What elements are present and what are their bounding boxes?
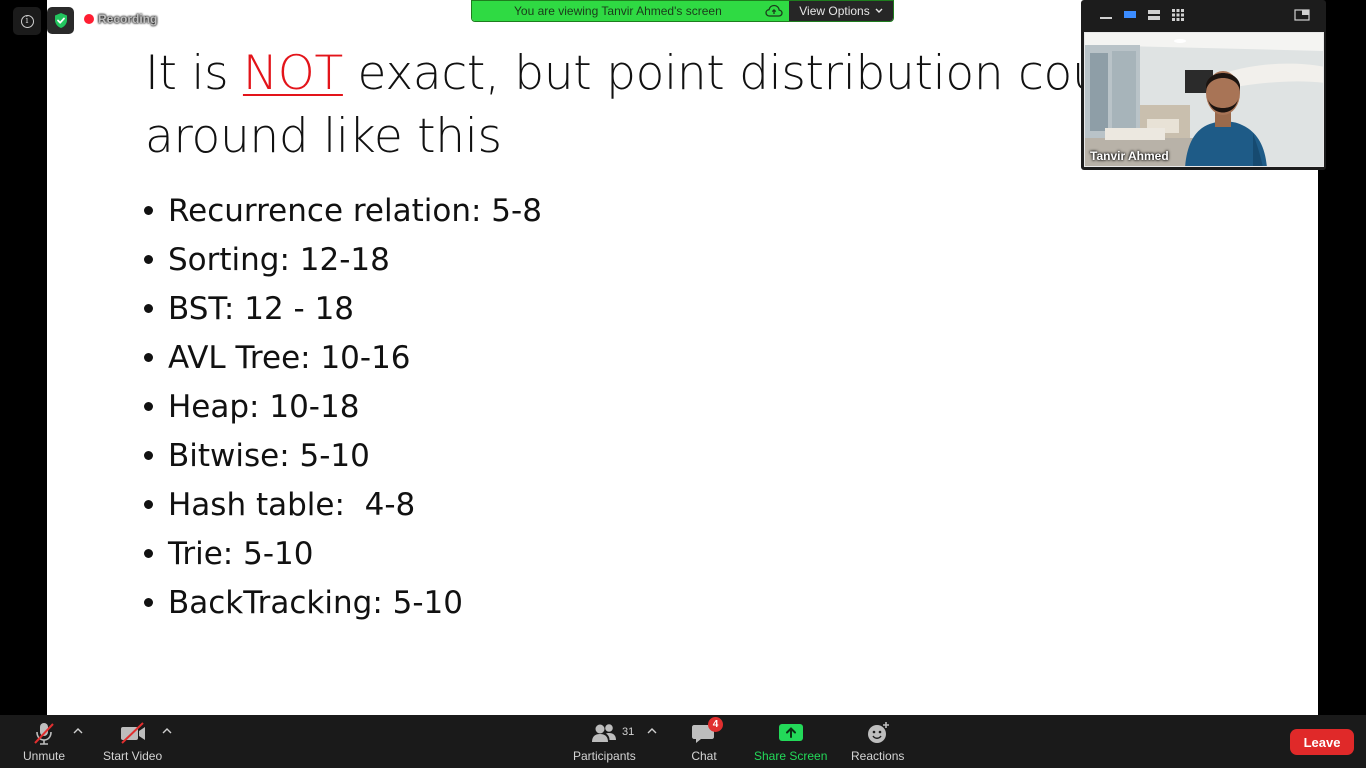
- title-text-after: exact, but point distribution cou: [342, 46, 1102, 101]
- unmute-button[interactable]: Unmute: [23, 721, 65, 763]
- bullet-item: Trie: 5-10: [144, 529, 542, 578]
- participants-icon: [592, 724, 617, 742]
- bullet-item: Heap: 10-18: [144, 382, 542, 431]
- video-thumbnail-panel: Tanvir Ahmed: [1081, 0, 1326, 170]
- zoom-meeting-window: It is NOT exact, but point distribution …: [0, 0, 1366, 768]
- participants-label: Participants: [573, 749, 636, 763]
- minimize-video-icon[interactable]: [1099, 8, 1113, 22]
- screen-share-banner: You are viewing Tanvir Ahmed's screen Vi…: [471, 0, 894, 22]
- bullet-dot-icon: [144, 304, 153, 313]
- chat-label: Chat: [691, 749, 717, 763]
- participants-count: 31: [622, 726, 635, 738]
- microphone-muted-icon: [34, 723, 54, 745]
- bullet-dot-icon: [144, 255, 153, 264]
- bullet-dot-icon: [144, 451, 153, 460]
- chat-unread-badge: 4: [708, 717, 723, 732]
- reactions-button[interactable]: Reactions: [851, 721, 904, 763]
- share-screen-button[interactable]: Share Screen: [754, 721, 827, 763]
- shield-check-icon: [54, 13, 67, 28]
- reactions-smiley-icon: [867, 722, 889, 743]
- start-video-button[interactable]: Start Video: [103, 721, 162, 763]
- bullet-item: BackTracking: 5-10: [144, 578, 542, 627]
- info-icon: i: [20, 14, 34, 28]
- share-screen-label: Share Screen: [754, 749, 828, 763]
- bullet-dot-icon: [144, 353, 153, 362]
- gallery-view-icon[interactable]: [1171, 8, 1185, 22]
- bullet-dot-icon: [144, 598, 153, 607]
- viewing-screen-message: You are viewing Tanvir Ahmed's screen: [472, 1, 789, 21]
- security-shield-button[interactable]: [47, 7, 74, 34]
- bullet-dot-icon: [144, 402, 153, 411]
- share-screen-icon: [778, 724, 803, 741]
- video-panel-controls: [1081, 0, 1326, 30]
- participant-name-label: Tanvir Ahmed: [1090, 149, 1169, 163]
- bullet-list: Recurrence relation: 5-8 Sorting: 12-18 …: [144, 186, 542, 627]
- meeting-toolbar: Unmute Start Video Participants 31 Chat …: [0, 715, 1366, 768]
- bullet-item: Bitwise: 5-10: [144, 431, 542, 480]
- cloud-sync-icon: [765, 4, 783, 17]
- title-highlight-not: NOT: [242, 46, 343, 101]
- viewing-screen-text: You are viewing Tanvir Ahmed's screen: [514, 4, 722, 18]
- leave-meeting-button[interactable]: Leave: [1290, 729, 1354, 755]
- video-camera-off-icon: [120, 722, 145, 744]
- bullet-dot-icon: [144, 206, 153, 215]
- recording-dot-icon: [84, 14, 94, 24]
- title-text-before: It is: [145, 46, 243, 101]
- unmute-label: Unmute: [23, 749, 66, 763]
- bullet-item: AVL Tree: 10-16: [144, 333, 542, 382]
- meeting-info-button[interactable]: i: [13, 7, 41, 35]
- participant-video[interactable]: Tanvir Ahmed: [1084, 32, 1324, 167]
- view-options-label: View Options: [799, 4, 870, 18]
- reactions-label: Reactions: [851, 749, 905, 763]
- view-options-button[interactable]: View Options: [789, 1, 893, 21]
- bullet-item: Recurrence relation: 5-8: [144, 186, 542, 235]
- bullet-item: Hash table: 4-8: [144, 480, 542, 529]
- chevron-down-icon: [875, 8, 883, 13]
- exit-fullscreen-icon[interactable]: [1294, 8, 1310, 22]
- bullet-item: Sorting: 12-18: [144, 235, 542, 284]
- start-video-label: Start Video: [103, 749, 163, 763]
- bullet-dot-icon: [144, 500, 153, 509]
- recording-label: Recording: [98, 12, 158, 26]
- bullet-item: BST: 12 - 18: [144, 284, 542, 333]
- video-options-caret-icon[interactable]: [162, 727, 172, 735]
- recording-indicator[interactable]: Recording: [84, 12, 157, 26]
- participants-options-caret-icon[interactable]: [647, 727, 657, 735]
- speaker-view-icon[interactable]: [1123, 8, 1137, 22]
- audio-options-caret-icon[interactable]: [73, 727, 83, 735]
- video-feed-image: [1085, 33, 1323, 166]
- bullet-dot-icon: [144, 549, 153, 558]
- stacked-view-icon[interactable]: [1147, 8, 1161, 22]
